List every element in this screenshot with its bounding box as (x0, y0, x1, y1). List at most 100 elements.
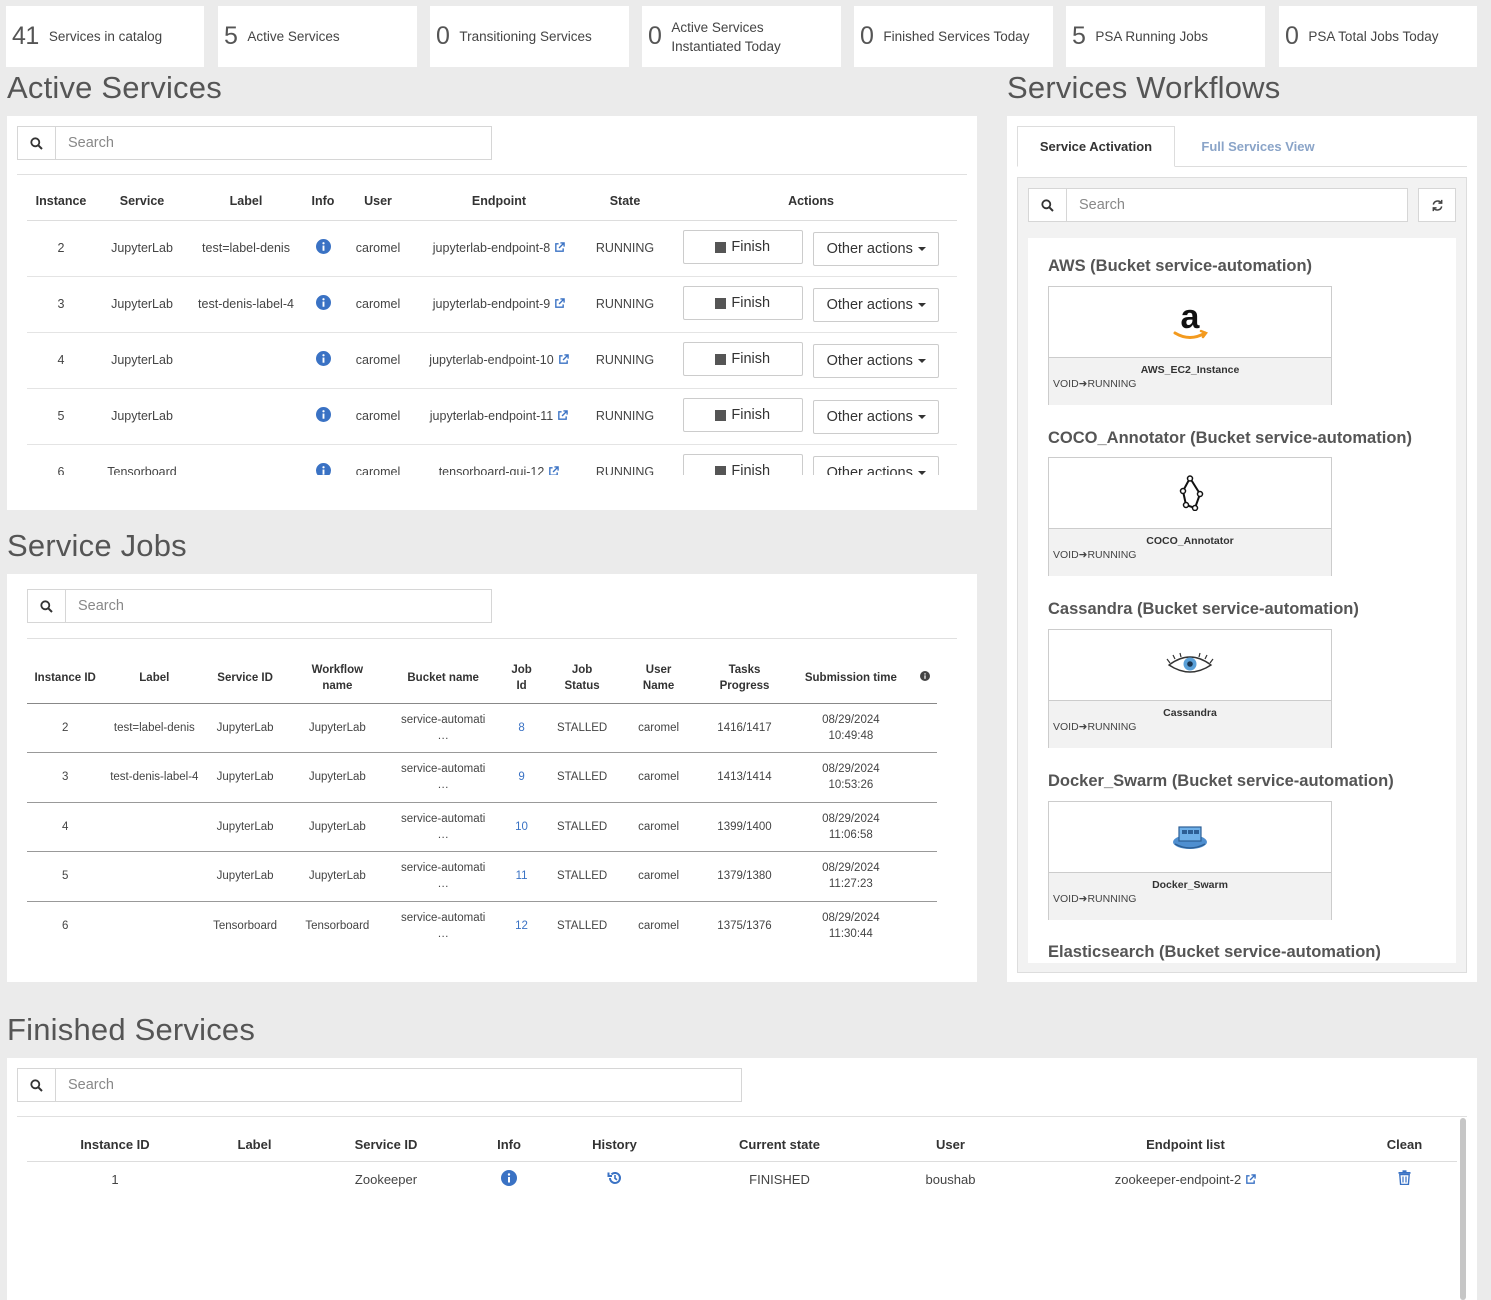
cell-job-id[interactable]: 11 (496, 851, 547, 902)
workflow-group-heading: COCO_Annotator (Bucket service-automatio… (1048, 429, 1412, 447)
job-id-link[interactable]: 10 (515, 821, 528, 833)
other-actions-button[interactable]: Other actions (813, 231, 940, 266)
kpi-label: Finished Services Today (883, 29, 1030, 44)
cell-user: caromel (343, 444, 413, 475)
endpoint-text[interactable]: tensorboard-gui-12 (439, 465, 545, 475)
tab-service-activation[interactable]: Service Activation (1017, 126, 1175, 167)
cell-instance: 1 (111, 1171, 119, 1187)
finish-button[interactable]: Finish (682, 286, 803, 321)
cell-label (103, 802, 206, 852)
workflow-card-coco-annotator[interactable]: COCO_Annotator VOID➜RUNNING (1048, 457, 1332, 576)
cell-user: caromel (343, 276, 413, 333)
workflow-card-aws[interactable]: a AWS_EC2_Instance VOID➜RUNNING (1048, 286, 1332, 405)
cell-workflow: JupyterLab (284, 851, 390, 902)
history-icon[interactable] (552, 1161, 677, 1197)
scrollbar[interactable] (1460, 1118, 1466, 1300)
cell-actions: Finish Other actions (665, 276, 957, 333)
finished-services-search-input[interactable] (56, 1069, 741, 1101)
other-actions-button[interactable]: Other actions (813, 455, 940, 475)
service-jobs-search-input[interactable] (66, 590, 491, 622)
info-icon[interactable] (303, 276, 343, 333)
cell-user: caromel (617, 703, 700, 753)
info-icon[interactable] (303, 220, 343, 277)
cell-label: test-denis-label-4 (189, 276, 303, 333)
endpoint-text[interactable]: jupyterlab-endpoint-8 (433, 241, 550, 255)
cell-job-id[interactable]: 12 (497, 901, 547, 951)
col-label[interactable]: Label (103, 653, 206, 704)
tab-full-services-view[interactable]: Full Services View (1180, 126, 1336, 166)
caret-down-icon (917, 358, 926, 363)
col-instance-id[interactable]: Instance ID (27, 1128, 203, 1162)
cell-user: caromel (638, 920, 680, 932)
workflow-group-heading: Elasticsearch (Bucket service-automation… (1048, 943, 1381, 961)
finish-button[interactable]: Finish (682, 230, 803, 265)
cell-submission: 08/29/2024 10:53:26 (789, 752, 913, 803)
job-id-link[interactable]: 12 (515, 920, 528, 932)
cell-progress: 1416/1417 (699, 703, 790, 753)
finish-button[interactable]: Finish (682, 454, 803, 475)
cell-empty (912, 851, 937, 902)
cell-progress: 1379/1380 (699, 851, 790, 902)
other-actions-button[interactable]: Other actions (813, 399, 940, 434)
endpoint-text[interactable]: jupyterlab-endpoint-11 (430, 409, 553, 423)
endpoint-text[interactable]: jupyterlab-endpoint-10 (429, 353, 553, 367)
col-user-name[interactable]: User Name (617, 653, 700, 704)
col-instance[interactable]: Instance (27, 184, 95, 221)
col-info[interactable]: Info (303, 184, 343, 221)
info-icon[interactable] (303, 388, 343, 445)
finish-button[interactable]: Finish (682, 398, 803, 433)
col-job-status[interactable]: Job Status (546, 653, 618, 704)
col-service-id[interactable]: Service ID (205, 653, 285, 704)
col-instance-id[interactable]: Instance ID (27, 653, 104, 704)
col-submission-time[interactable]: Submission time (789, 653, 913, 704)
col-state[interactable]: State (585, 184, 665, 221)
cell-user: caromel (343, 220, 413, 277)
info-icon[interactable] (303, 332, 343, 389)
col-workflow-name[interactable]: Workflow name (284, 653, 390, 704)
cell-label (103, 901, 205, 951)
cell-job-id[interactable]: 9 (496, 752, 547, 803)
endpoint-link[interactable]: jupyterlab-endpoint-10 (413, 332, 585, 389)
cell-job-id[interactable]: 10 (496, 802, 547, 852)
workflow-card-docker-swarm[interactable]: Docker_Swarm VOID➜RUNNING (1048, 801, 1332, 920)
cell-job-id[interactable]: 8 (496, 703, 547, 753)
job-id-link[interactable]: 9 (518, 771, 524, 783)
endpoint-text[interactable]: zookeeper-endpoint-2 (1115, 1172, 1241, 1187)
trash-icon[interactable] (1352, 1161, 1457, 1197)
active-services-search-input[interactable] (56, 127, 491, 159)
info-icon[interactable] (303, 444, 343, 475)
col-service-id[interactable]: Service ID (306, 1128, 466, 1162)
cell-workflow: JupyterLab (284, 703, 390, 753)
col-endpoint[interactable]: Endpoint (413, 184, 585, 221)
cell-actions: Finish Other actions (665, 444, 957, 475)
cell-state: RUNNING (585, 276, 665, 333)
job-id-link[interactable]: 11 (516, 870, 528, 882)
col-user[interactable]: User (882, 1128, 1019, 1162)
col-job-id[interactable]: Job Id (496, 653, 547, 704)
endpoint-text[interactable]: jupyterlab-endpoint-9 (433, 297, 550, 311)
endpoint-link[interactable]: jupyterlab-endpoint-8 (413, 220, 585, 277)
refresh-button[interactable] (1418, 188, 1456, 222)
endpoint-link[interactable]: jupyterlab-endpoint-9 (413, 276, 585, 333)
col-service[interactable]: Service (95, 184, 189, 221)
endpoint-link[interactable]: jupyterlab-endpoint-11 (413, 388, 585, 445)
info-icon[interactable] (466, 1161, 552, 1197)
workflow-card-cassandra[interactable]: Cassandra VOID➜RUNNING (1048, 629, 1332, 748)
col-label[interactable]: Label (203, 1128, 306, 1162)
workflows-search-input[interactable] (1067, 189, 1407, 221)
submission-time: 10:53:26 (828, 779, 874, 792)
col-user[interactable]: User (343, 184, 413, 221)
active-services-scroll[interactable]: Instance Service Label Info User Endpoin… (7, 175, 967, 475)
finish-button[interactable]: Finish (682, 342, 803, 377)
endpoint-link[interactable]: zookeeper-endpoint-2 (1019, 1161, 1352, 1197)
other-actions-button[interactable]: Other actions (813, 287, 940, 322)
endpoint-link[interactable]: tensorboard-gui-12 (413, 444, 585, 475)
col-tasks-progress[interactable]: Tasks Progress (699, 653, 790, 704)
other-actions-button[interactable]: Other actions (813, 343, 940, 378)
table-row: 1 Zookeeper FINISHED boushab zookeeper-e… (27, 1161, 1457, 1197)
table-row: 6 Tensorboard caromel tensorboard-gui-12… (27, 444, 957, 475)
col-bucket-name[interactable]: Bucket name (389, 653, 497, 704)
job-id-link[interactable]: 8 (518, 722, 524, 734)
col-label[interactable]: Label (189, 184, 303, 221)
col-current-state[interactable]: Current state (677, 1128, 882, 1162)
